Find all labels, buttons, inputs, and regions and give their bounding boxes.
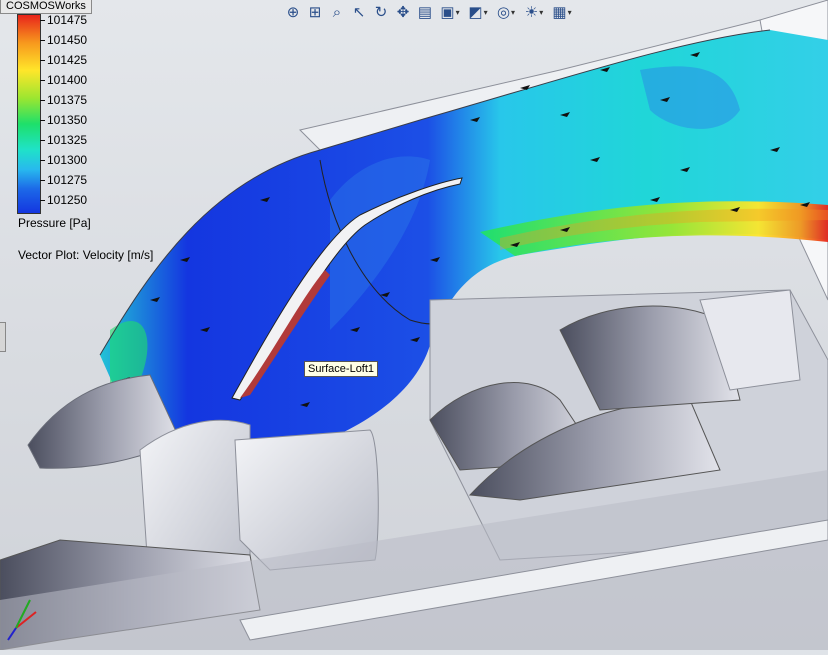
graphics-viewport[interactable]: [0, 0, 828, 651]
legend-value: 101250: [47, 193, 88, 207]
pressure-legend-colorbar: [17, 14, 41, 214]
scene-icon[interactable]: ▦ ▾: [549, 2, 575, 22]
legend-value: 101450: [47, 33, 88, 47]
legend-tick: [40, 20, 45, 21]
surface-loft-tooltip: Surface-Loft1: [304, 361, 379, 377]
side-panel-handle[interactable]: [0, 322, 6, 352]
chevron-down-icon: ▾: [539, 7, 544, 17]
lights-icon[interactable]: ☀ ▾: [521, 2, 547, 22]
legend-tick: [40, 60, 45, 61]
zoom-in-out-icon[interactable]: ⌕: [327, 2, 347, 22]
legend-tick: [40, 140, 45, 141]
legend-tick: [40, 160, 45, 161]
chevron-down-icon: ▾: [511, 7, 516, 17]
view-orientation-icon[interactable]: ▣ ▾: [437, 2, 463, 22]
display-style-icon[interactable]: ◩ ▾: [465, 2, 491, 22]
legend-value: 101300: [47, 153, 88, 167]
legend-title: Pressure [Pa]: [18, 216, 91, 230]
vector-plot-label: Vector Plot: Velocity [m/s]: [18, 248, 154, 262]
cfd-scene: [0, 0, 828, 651]
legend-tick: [40, 180, 45, 181]
legend-tick: [40, 80, 45, 81]
chevron-down-icon: ▾: [455, 7, 460, 17]
chevron-down-icon: ▾: [483, 7, 488, 17]
legend-value: 101375: [47, 93, 88, 107]
zoom-to-area-icon[interactable]: ⊞: [305, 2, 325, 22]
legend-value: 101275: [47, 173, 88, 187]
legend-tick: [40, 120, 45, 121]
cosmosworks-tab[interactable]: COSMOSWorks: [0, 0, 92, 14]
hide-show-icon[interactable]: ◎ ▾: [493, 2, 519, 22]
legend-value: 101400: [47, 73, 88, 87]
section-view-icon[interactable]: ▤: [415, 2, 435, 22]
view-toolbar: ⊕ ⊞ ⌕ ↖ ↻ ✥ ▤ ▣ ▾ ◩ ▾ ◎ ▾ ☀ ▾ ▦ ▾: [283, 1, 575, 23]
legend-value: 101475: [47, 13, 88, 27]
chevron-down-icon: ▾: [567, 7, 572, 17]
select-icon[interactable]: ↖: [349, 2, 369, 22]
zoom-to-fit-icon[interactable]: ⊕: [283, 2, 303, 22]
legend-value: 101325: [47, 133, 88, 147]
pan-icon[interactable]: ✥: [393, 2, 413, 22]
legend-value: 101425: [47, 53, 88, 67]
legend-tick: [40, 100, 45, 101]
legend-tick: [40, 200, 45, 201]
rotate-icon[interactable]: ↻: [371, 2, 391, 22]
legend-value: 101350: [47, 113, 88, 127]
legend-tick: [40, 40, 45, 41]
